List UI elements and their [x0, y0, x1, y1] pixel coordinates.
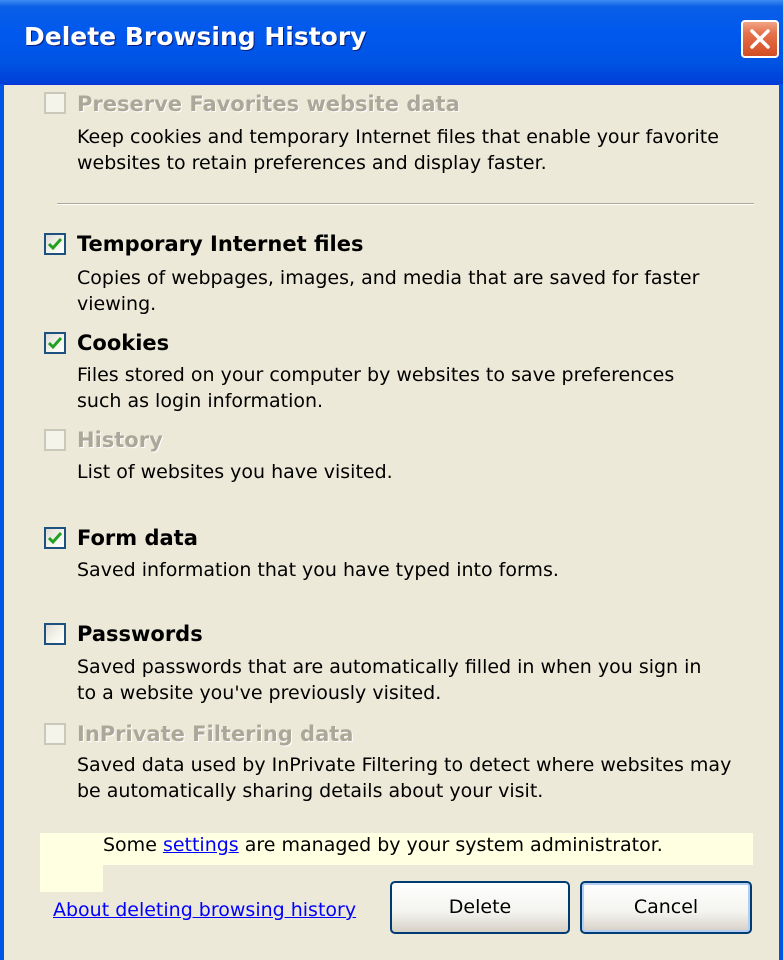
temporary-internet-files-description-line-2: viewing.: [77, 293, 157, 315]
inprivate-filtering-description-line-2: be automatically sharing details about y…: [77, 780, 544, 802]
cookies-description-line-1: Files stored on your computer by website…: [77, 364, 675, 386]
history-description: List of websites you have visited.: [77, 461, 393, 483]
cookies-label: Cookies: [77, 331, 170, 355]
form-data-checkbox[interactable]: [44, 527, 66, 549]
passwords-label: Passwords: [77, 622, 203, 646]
passwords-checkbox[interactable]: [44, 623, 66, 645]
window-frame-left: [0, 84, 4, 960]
passwords-description-line-1: Saved passwords that are automatically f…: [77, 656, 702, 678]
inprivate-filtering-description-line-1: Saved data used by InPrivate Filtering t…: [77, 754, 732, 776]
temporary-internet-files-checkbox[interactable]: [44, 233, 66, 255]
admin-notice-icon-area: [40, 865, 103, 892]
cookies-checkbox[interactable]: [44, 332, 66, 354]
checkmark-icon: [47, 532, 63, 545]
preserve-favorites-description-line-2: websites to retain preferences and displ…: [77, 152, 547, 174]
cancel-button[interactable]: Cancel: [580, 881, 752, 934]
close-icon: [750, 29, 770, 49]
title-bar: Delete Browsing History: [0, 0, 783, 85]
preserve-favorites-checkbox[interactable]: [44, 92, 66, 114]
inprivate-filtering-label: InPrivate Filtering data: [77, 722, 354, 746]
checkmark-icon: [47, 337, 63, 350]
temporary-internet-files-label: Temporary Internet files: [77, 232, 364, 256]
about-deleting-history-link[interactable]: About deleting browsing history: [53, 899, 356, 921]
window-title: Delete Browsing History: [24, 22, 367, 51]
admin-notice-text: Some settings are managed by your system…: [103, 834, 663, 856]
preserve-favorites-label: Preserve Favorites website data: [77, 92, 460, 116]
temporary-internet-files-description-line-1: Copies of webpages, images, and media th…: [77, 267, 700, 289]
close-button[interactable]: [741, 20, 779, 58]
admin-notice-prefix: Some: [103, 834, 163, 856]
inprivate-filtering-checkbox[interactable]: [44, 723, 66, 745]
form-data-label: Form data: [77, 526, 198, 550]
checkmark-icon: [47, 238, 63, 251]
history-checkbox[interactable]: [44, 429, 66, 451]
passwords-description-line-2: to a website you've previously visited.: [77, 682, 442, 704]
preserve-favorites-description-line-1: Keep cookies and temporary Internet file…: [77, 126, 719, 148]
delete-button[interactable]: Delete: [390, 881, 570, 934]
admin-notice-suffix: are managed by your system administrator…: [238, 834, 663, 856]
settings-link[interactable]: settings: [163, 834, 239, 856]
cookies-description-line-2: such as login information.: [77, 390, 324, 412]
form-data-description: Saved information that you have typed in…: [77, 559, 559, 581]
window-frame-right: [779, 84, 783, 960]
history-label: History: [77, 428, 163, 452]
section-divider: [57, 203, 754, 205]
